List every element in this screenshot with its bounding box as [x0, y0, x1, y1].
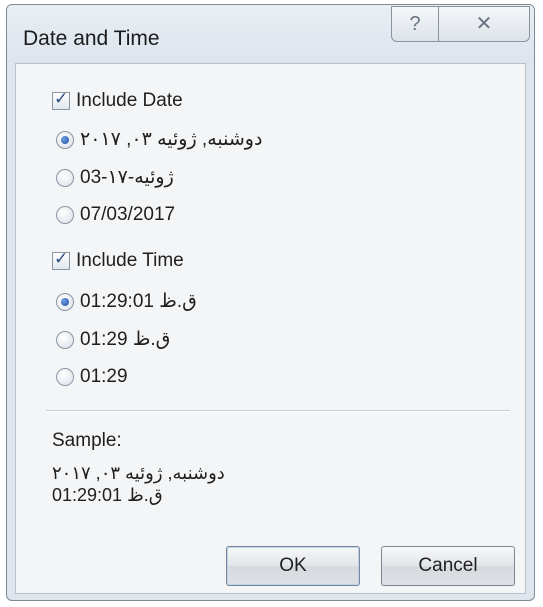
- help-icon: ?: [409, 13, 421, 35]
- date-time-dialog: Date and Time ? ✕ ✓ Include Date دوشنبه,…: [6, 4, 535, 601]
- close-button[interactable]: ✕: [438, 6, 530, 42]
- separator: [46, 410, 510, 412]
- dialog-body: ✓ Include Date دوشنبه, ژوئیه ۰۳, ۲۰۱۷ ژو…: [15, 63, 526, 594]
- date-format-label: دوشنبه, ژوئیه ۰۳, ۲۰۱۷: [80, 129, 263, 150]
- checkmark-icon: ✓: [54, 89, 69, 108]
- dialog-title: Date and Time: [23, 27, 160, 50]
- title-bar[interactable]: Date and Time ? ✕: [7, 5, 534, 63]
- radio-button[interactable]: [56, 206, 74, 224]
- time-format-label: ق.ظ 01:29:01: [80, 291, 197, 312]
- include-time-checkbox[interactable]: ✓ Include Time: [52, 249, 184, 272]
- sample-preview: دوشنبه, ژوئیه ۰۳, ۲۰۱۷ ق.ظ 01:29:01: [52, 462, 225, 506]
- include-time-label: Include Time: [76, 250, 184, 271]
- radio-button[interactable]: [56, 368, 74, 386]
- help-button[interactable]: ?: [391, 6, 439, 42]
- checkmark-icon: ✓: [54, 249, 69, 268]
- ok-button[interactable]: OK: [226, 546, 360, 586]
- time-format-option-short[interactable]: 01:29: [56, 366, 128, 388]
- checkbox-box[interactable]: ✓: [52, 249, 70, 270]
- date-format-option-long[interactable]: دوشنبه, ژوئیه ۰۳, ۲۰۱۷: [56, 128, 262, 151]
- time-format-option-medium[interactable]: ق.ظ 01:29: [56, 328, 170, 351]
- date-format-label: ژوئیه-۱۷-03: [80, 167, 174, 188]
- date-format-option-medium[interactable]: ژوئیه-۱۷-03: [56, 166, 174, 189]
- time-format-option-long[interactable]: ق.ظ 01:29:01: [56, 290, 197, 313]
- sample-label: Sample:: [52, 430, 122, 451]
- radio-button-selected[interactable]: [56, 130, 74, 149]
- time-format-label: ق.ظ 01:29: [80, 329, 171, 350]
- checkbox-box[interactable]: ✓: [52, 89, 70, 110]
- include-date-checkbox[interactable]: ✓ Include Date: [52, 89, 183, 112]
- time-format-label: 01:29: [80, 366, 128, 387]
- sample-date-line: دوشنبه, ژوئیه ۰۳, ۲۰۱۷: [52, 463, 225, 483]
- cancel-button[interactable]: Cancel: [381, 546, 515, 586]
- date-format-option-short[interactable]: 07/03/2017: [56, 204, 175, 226]
- date-format-label: 07/03/2017: [80, 204, 176, 225]
- close-icon: ✕: [475, 13, 493, 35]
- radio-button[interactable]: [56, 330, 74, 349]
- radio-button[interactable]: [56, 168, 74, 187]
- radio-button-selected[interactable]: [56, 292, 74, 311]
- sample-time-line: ق.ظ 01:29:01: [52, 485, 163, 505]
- include-date-label: Include Date: [76, 90, 183, 111]
